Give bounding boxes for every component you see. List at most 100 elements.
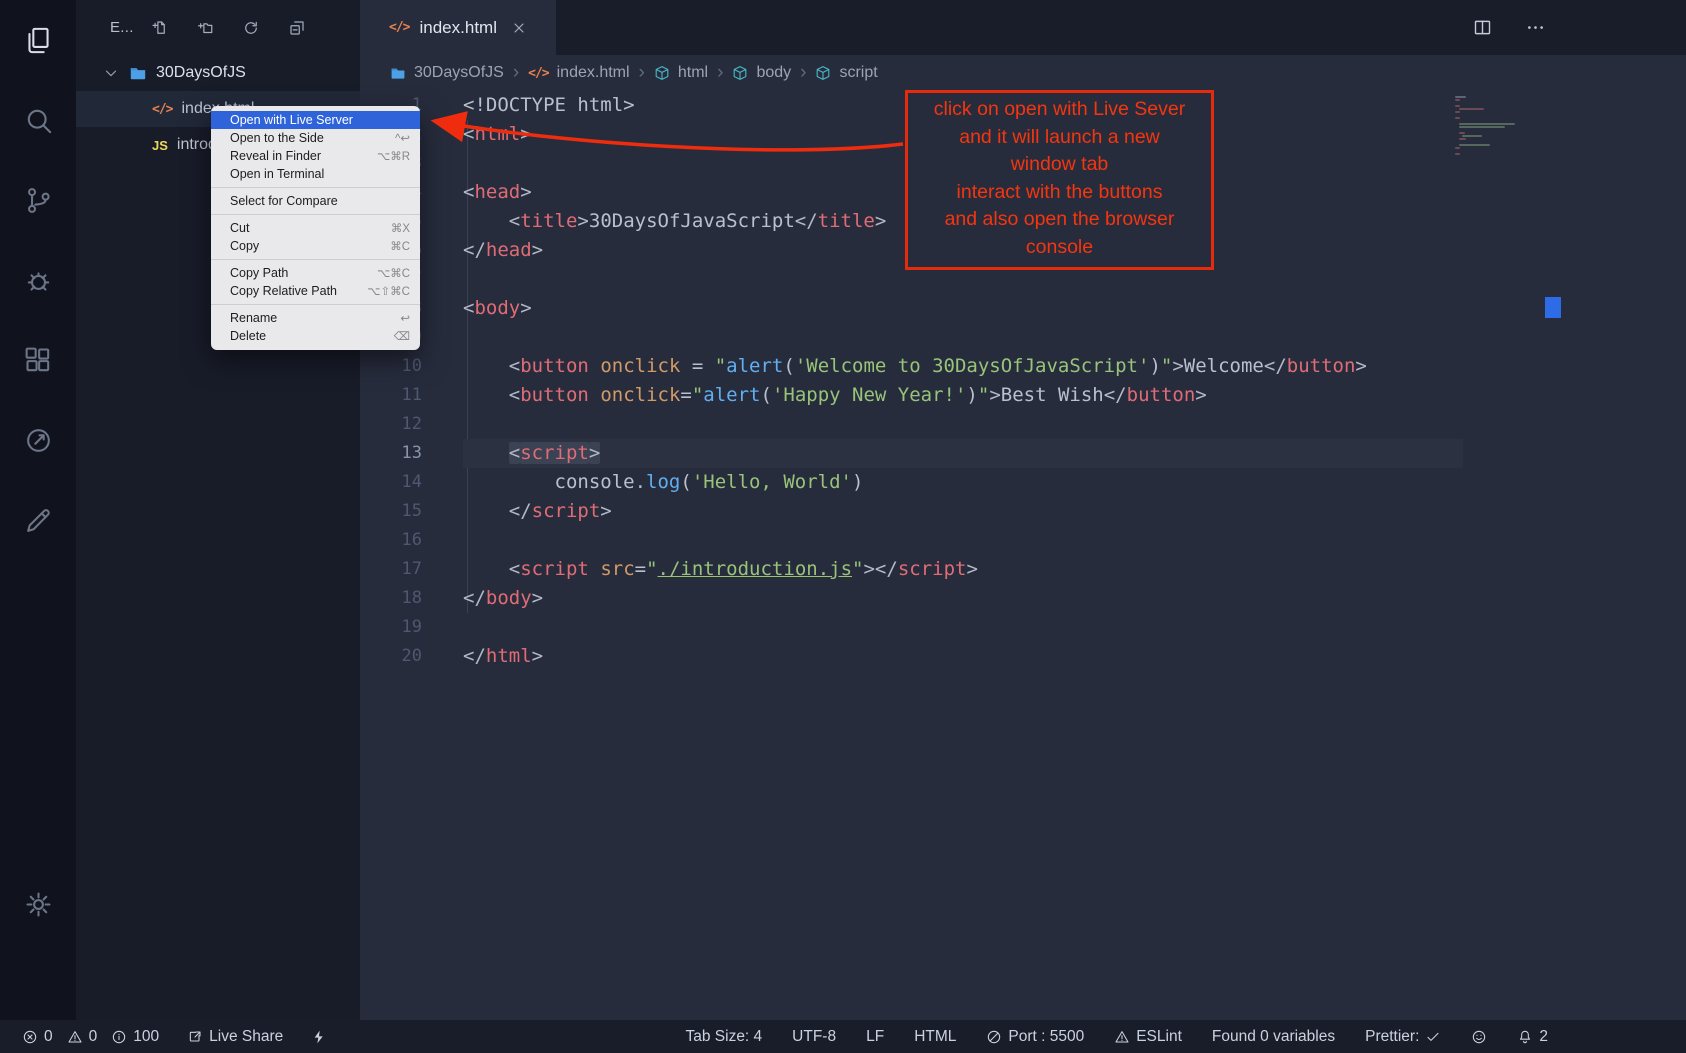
menu-separator: [211, 187, 420, 188]
menu-item-open-in-terminal[interactable]: Open in Terminal: [211, 165, 420, 183]
minimap[interactable]: [1455, 96, 1543, 156]
code-line-20: </html>: [463, 642, 1463, 671]
chevron-right-icon: ›: [717, 62, 723, 84]
menu-item-copy[interactable]: Copy⌘C: [211, 237, 420, 255]
menu-separator: [211, 259, 420, 260]
source-control-icon[interactable]: [0, 160, 76, 240]
collapse-all-icon[interactable]: [288, 19, 306, 37]
annotation-line: interact with the buttons: [908, 179, 1211, 207]
tree-item-label: 30DaysOfJS: [156, 64, 246, 82]
menu-item-open-to-the-side[interactable]: Open to the Side^↩: [211, 129, 420, 147]
context-menu: Open with Live ServerOpen to the Side^↩R…: [211, 106, 420, 350]
status-label: HTML: [914, 1028, 956, 1046]
annotation-line: window tab: [908, 151, 1211, 179]
status-label: 0: [89, 1028, 98, 1046]
annotation-line: and also open the browser: [908, 206, 1211, 234]
line-number: 19: [360, 613, 422, 642]
menu-item-cut[interactable]: Cut⌘X: [211, 219, 420, 237]
menu-item-reveal-in-finder[interactable]: Reveal in Finder⌥⌘R: [211, 147, 420, 165]
breadcrumb-item-body[interactable]: body: [732, 64, 791, 82]
refresh-icon[interactable]: [242, 19, 260, 37]
menu-item-copy-path[interactable]: Copy Path ⌥⌘C: [211, 264, 420, 282]
code-line-13: <script>: [463, 439, 1463, 468]
status-notifications[interactable]: 2: [1517, 1028, 1548, 1046]
history-icon[interactable]: [0, 400, 76, 480]
status-warnings[interactable]: 0: [67, 1028, 98, 1046]
pen-icon[interactable]: [0, 480, 76, 560]
symbol-icon: [815, 65, 831, 81]
status-label: 2: [1539, 1028, 1548, 1046]
status-port[interactable]: Port : 5500: [986, 1028, 1084, 1046]
tab-index-html[interactable]: </> index.html: [360, 0, 556, 55]
code-line-12: [463, 410, 1463, 439]
code-line-9: [463, 323, 1463, 352]
folder-icon: [129, 64, 147, 82]
code-line-14: console.log('Hello, World'): [463, 468, 1463, 497]
status-feedback[interactable]: [1471, 1029, 1487, 1045]
menu-item-label: Copy Path: [230, 266, 288, 280]
chevron-right-icon: ›: [800, 62, 806, 84]
files-icon[interactable]: [0, 0, 76, 80]
status-label: Live Share: [209, 1028, 283, 1046]
bell-icon: [1517, 1029, 1533, 1045]
line-number: 10: [360, 352, 422, 381]
menu-item-shortcut: ↩: [400, 311, 410, 325]
status-prettier[interactable]: Prettier:: [1365, 1028, 1441, 1046]
status-lightning[interactable]: [311, 1029, 327, 1045]
scrollbar-thumb[interactable]: [1545, 297, 1561, 318]
status-label: UTF-8: [792, 1028, 836, 1046]
line-number: 13: [360, 439, 422, 468]
new-file-icon[interactable]: [150, 19, 168, 37]
menu-item-label: Open to the Side: [230, 131, 324, 145]
smiley-icon: [1471, 1029, 1487, 1045]
info-icon: [111, 1029, 127, 1045]
close-icon[interactable]: [511, 20, 527, 36]
split-editor-icon[interactable]: [1472, 17, 1493, 38]
status-variables[interactable]: Found 0 variables: [1212, 1028, 1335, 1046]
vscode-window: E... 30DaysOfJS</>index.htmlJSintroducti…: [0, 0, 1686, 1053]
status-live-share[interactable]: Live Share: [187, 1028, 283, 1046]
menu-item-copy-relative-path[interactable]: Copy Relative Path⌥⇧⌘C: [211, 282, 420, 300]
extensions-icon[interactable]: [0, 320, 76, 400]
search-icon[interactable]: [0, 80, 76, 160]
menu-item-delete[interactable]: Delete⌫: [211, 327, 420, 345]
menu-item-label: Open in Terminal: [230, 167, 324, 181]
port-icon: [986, 1029, 1002, 1045]
code-line-8: <body>: [463, 294, 1463, 323]
tree-item-30daysofjs[interactable]: 30DaysOfJS: [76, 55, 360, 91]
more-actions-icon[interactable]: [1525, 17, 1546, 38]
status-language[interactable]: HTML: [914, 1028, 956, 1046]
gear-icon[interactable]: [0, 864, 76, 944]
status-label: Prettier:: [1365, 1028, 1419, 1046]
breadcrumb: 30DaysOfJS›</>index.html›html›body›scrip…: [360, 55, 1686, 91]
line-number: 16: [360, 526, 422, 555]
new-folder-icon[interactable]: [196, 19, 214, 37]
menu-item-label: Rename: [230, 311, 277, 325]
breadcrumb-label: body: [756, 64, 791, 82]
menu-item-open-with-live-server[interactable]: Open with Live Server: [211, 111, 420, 129]
menu-item-rename[interactable]: Rename ↩: [211, 309, 420, 327]
status-encoding[interactable]: UTF-8: [792, 1028, 836, 1046]
debug-icon[interactable]: [0, 240, 76, 320]
status-label: LF: [866, 1028, 884, 1046]
status-eslint[interactable]: ESLint: [1114, 1028, 1182, 1046]
breadcrumb-label: script: [839, 64, 877, 82]
status-info[interactable]: 100: [111, 1028, 159, 1046]
breadcrumb-item-index-html[interactable]: </>index.html: [528, 64, 629, 82]
menu-item-shortcut: ⌘X: [391, 221, 410, 235]
breadcrumb-item-html[interactable]: html: [654, 64, 708, 82]
status-tab-size[interactable]: Tab Size: 4: [685, 1028, 762, 1046]
menu-item-select-for-compare[interactable]: Select for Compare: [211, 192, 420, 210]
menu-item-shortcut: ⌥⌘C: [377, 266, 410, 280]
menu-separator: [211, 304, 420, 305]
status-errors[interactable]: 0: [22, 1028, 53, 1046]
status-eol[interactable]: LF: [866, 1028, 884, 1046]
breadcrumb-item-script[interactable]: script: [815, 64, 877, 82]
code-line-16: [463, 526, 1463, 555]
explorer-title: E...: [110, 19, 134, 36]
live-share-icon: [187, 1029, 203, 1045]
breadcrumb-item-30daysofjs[interactable]: 30DaysOfJS: [390, 64, 504, 82]
annotation-line: and it will launch a new: [908, 124, 1211, 152]
activity-bar: [0, 0, 76, 1020]
line-number: 17: [360, 555, 422, 584]
